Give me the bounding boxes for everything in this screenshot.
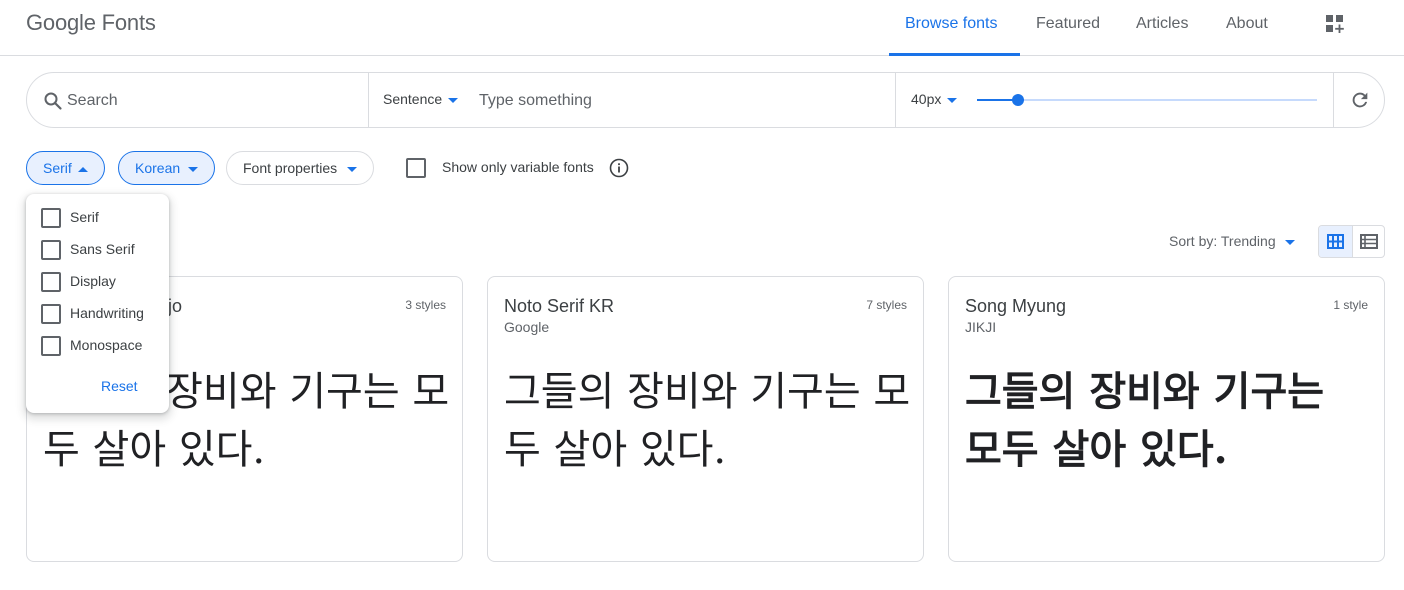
sort-label: Sort by: Trending <box>1169 233 1276 249</box>
slider-thumb[interactable] <box>1011 94 1024 106</box>
font-properties-label: Font properties <box>243 160 338 176</box>
category-dropdown-menu: Serif Sans Serif Display Handwriting Mon… <box>26 194 169 413</box>
category-filter-chip[interactable]: Serif <box>26 151 105 185</box>
nav-about[interactable]: About <box>1226 15 1268 33</box>
search-input[interactable] <box>67 89 357 113</box>
top-app-bar: Google Fonts Browse fonts Featured Artic… <box>0 0 1404 56</box>
language-filter-chip[interactable]: Korean <box>118 151 216 185</box>
font-sample-text: 그들의 장비와 기구는 모두 살아 있다. <box>965 368 1325 473</box>
checkbox[interactable] <box>41 304 61 324</box>
font-size-slider[interactable] <box>977 94 1317 106</box>
category-option-label: Sans Serif <box>70 241 135 257</box>
chevron-down-icon <box>1284 239 1295 245</box>
divider <box>368 73 369 127</box>
search-icon <box>44 92 62 110</box>
category-option-label: Monospace <box>70 337 143 353</box>
font-card[interactable]: Song Myung JIKJI 1 style 그들의 장비와 기구는 모두 … <box>948 276 1385 562</box>
checkbox[interactable] <box>41 336 61 356</box>
font-styles-count: 7 styles <box>866 298 907 312</box>
view-toggle <box>1318 225 1385 258</box>
font-author: JIKJI <box>965 319 997 335</box>
font-card[interactable]: Noto Serif KR Google 7 styles 그들의 장비와 기구… <box>487 276 924 562</box>
sort-select[interactable]: Sort by: Trending <box>1169 233 1295 249</box>
grid-icon <box>1327 234 1344 249</box>
check-icon <box>44 213 58 224</box>
checkbox[interactable] <box>41 240 61 260</box>
info-icon[interactable] <box>609 158 629 178</box>
category-option-label: Display <box>70 273 116 289</box>
checkbox[interactable] <box>41 208 61 228</box>
category-option-label: Serif <box>70 209 99 225</box>
font-size-select[interactable]: 40px <box>911 91 958 107</box>
search-preview-bar: Sentence 40px <box>26 72 1385 128</box>
chevron-down-icon <box>947 97 958 103</box>
preview-mode-select[interactable]: Sentence <box>383 91 459 107</box>
reset-button[interactable]: Reset <box>101 378 138 394</box>
divider <box>895 73 896 127</box>
font-properties-chip[interactable]: Font properties <box>226 151 375 185</box>
font-styles-count: 3 styles <box>405 298 446 312</box>
chevron-down-icon <box>448 97 459 103</box>
chevron-down-icon <box>347 166 358 172</box>
list-view-button[interactable] <box>1353 226 1384 257</box>
font-name: jo <box>168 296 183 316</box>
category-option-label: Handwriting <box>70 305 144 321</box>
grid-view-button[interactable] <box>1319 226 1352 257</box>
refresh-icon[interactable] <box>1349 89 1371 111</box>
chevron-up-icon <box>77 166 88 172</box>
font-name: Noto Serif KR <box>504 296 615 316</box>
preview-text-input[interactable] <box>479 89 889 113</box>
preview-mode-label: Sentence <box>383 91 443 107</box>
language-filter-label: Korean <box>135 160 181 176</box>
nav-featured[interactable]: Featured <box>1036 15 1100 33</box>
font-size-label: 40px <box>911 91 942 107</box>
variable-fonts-checkbox[interactable] <box>406 158 426 178</box>
checkbox[interactable] <box>41 272 61 292</box>
chevron-down-icon <box>188 166 199 172</box>
google-fonts-logo[interactable]: Google Fonts <box>26 10 156 36</box>
font-sample-text: 그들의 장비와 기구는 모두 살아 있다. <box>504 369 911 473</box>
font-author: Google <box>504 319 550 335</box>
font-collection-icon[interactable] <box>1325 14 1345 34</box>
category-filter-label: Serif <box>43 160 72 176</box>
nav-browse-fonts[interactable]: Browse fonts <box>905 15 997 33</box>
list-icon <box>1360 234 1378 249</box>
divider <box>1333 73 1334 127</box>
font-styles-count: 1 style <box>1333 298 1368 312</box>
active-tab-indicator <box>889 53 1020 56</box>
font-name: Song Myung <box>965 296 1067 316</box>
nav-articles[interactable]: Articles <box>1136 15 1188 33</box>
variable-fonts-label: Show only variable fonts <box>442 159 594 175</box>
